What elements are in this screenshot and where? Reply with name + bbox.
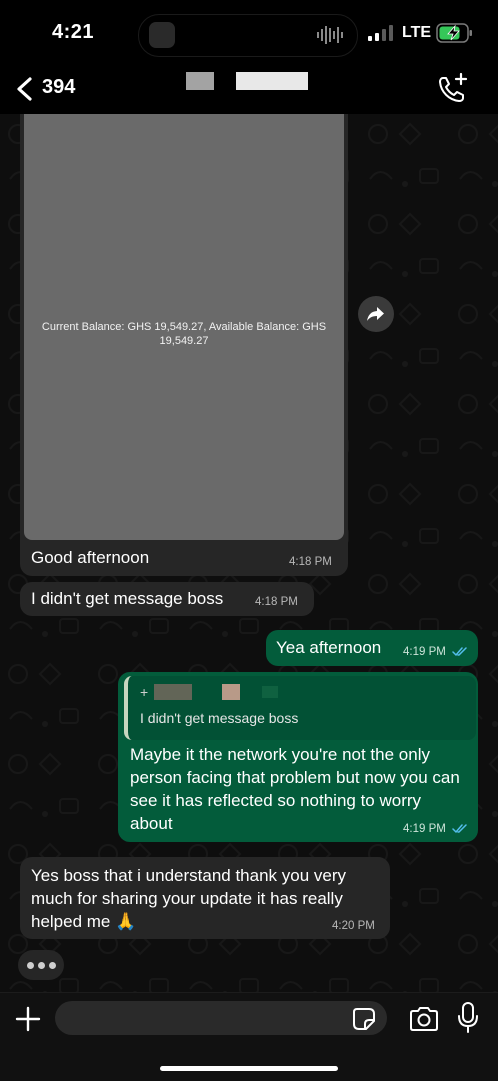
battery-charging-icon (436, 23, 472, 43)
island-avatar (149, 22, 175, 48)
message-time: 4:18 PM (289, 556, 332, 568)
message-text: Good afternoon (31, 548, 150, 567)
image-text: Current Balance: GHS 19,549.27, Availabl… (41, 321, 327, 347)
forward-button[interactable] (358, 296, 394, 332)
audio-wave-icon (317, 26, 343, 44)
message-text: Maybe it the network you're not the only… (130, 745, 460, 833)
quote-sender-redacted (262, 686, 278, 698)
read-receipt-icon (452, 824, 467, 833)
chat-area[interactable]: Current Balance: GHS 19,549.27, Availabl… (0, 114, 498, 992)
read-receipt-icon (452, 647, 467, 656)
add-call-icon[interactable] (436, 72, 470, 106)
quote-text: I didn't get message boss (140, 710, 299, 726)
mic-icon[interactable] (456, 1001, 480, 1035)
message-text: I didn't get message boss (31, 589, 224, 608)
home-indicator (160, 1066, 338, 1071)
network-label: LTE (402, 24, 432, 41)
camera-icon[interactable] (408, 1005, 440, 1033)
message-text: Yes boss that i understand thank you ver… (31, 866, 347, 931)
shared-image[interactable]: Current Balance: GHS 19,549.27, Availabl… (24, 114, 344, 540)
message-time: 4:19 PM (403, 646, 446, 658)
status-time: 4:21 (52, 21, 95, 43)
typing-indicator (18, 950, 64, 980)
contact-name-redacted[interactable] (236, 72, 308, 90)
quote-sender: + (140, 684, 149, 700)
reply-quote[interactable]: + I didn't get message boss (124, 676, 476, 740)
quote-sender-redacted (154, 684, 192, 700)
chevron-left-icon[interactable] (14, 76, 36, 102)
message-time: 4:19 PM (403, 823, 446, 835)
quote-sender-redacted (222, 684, 240, 700)
status-bar: 4:21 LTE (0, 0, 498, 66)
contact-name-redacted[interactable] (186, 72, 214, 90)
plus-icon[interactable] (14, 1005, 42, 1033)
message-composer (0, 992, 498, 1081)
message-time: 4:20 PM (332, 920, 375, 932)
forward-arrow-icon (367, 307, 384, 321)
signal-icon (368, 25, 393, 41)
chat-header: 394 (0, 66, 498, 114)
contact-avatar-redacted[interactable] (96, 70, 130, 110)
message-text: Yea afternoon (276, 638, 382, 657)
message-time: 4:18 PM (255, 596, 298, 608)
message-input[interactable] (55, 1001, 387, 1035)
unread-count[interactable]: 394 (42, 76, 75, 99)
sticker-icon[interactable] (352, 1007, 376, 1031)
dynamic-island[interactable] (138, 14, 358, 57)
